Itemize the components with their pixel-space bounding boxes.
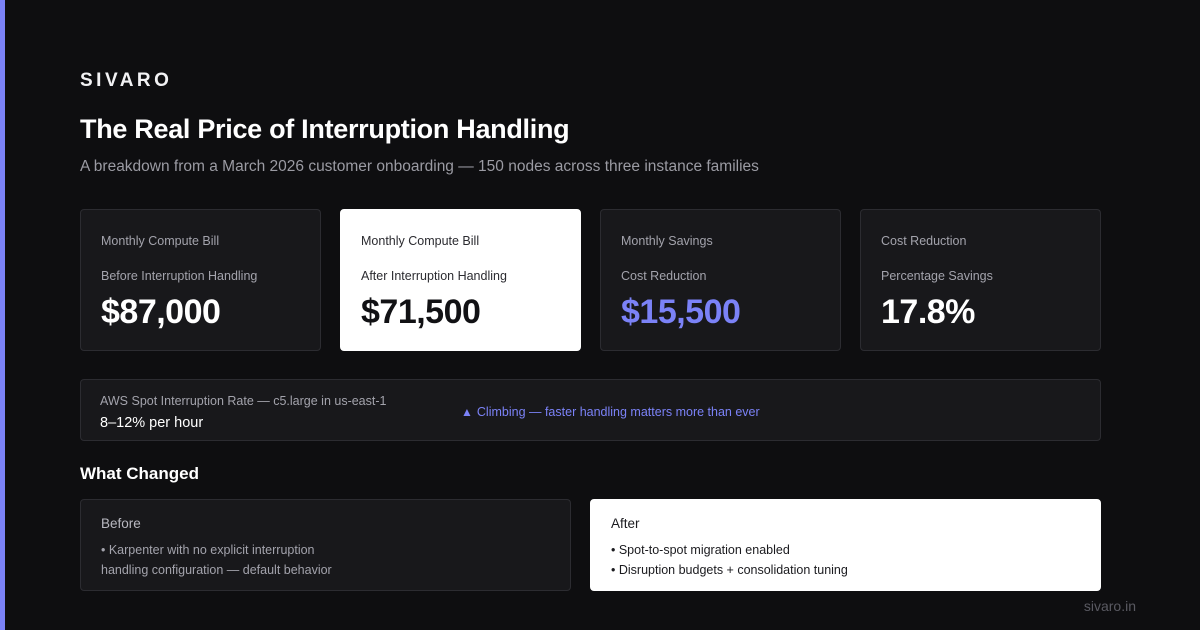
interruption-trend: ▲ Climbing — faster handling matters more… — [461, 405, 760, 419]
metric-card-after: Monthly Compute Bill After Interruption … — [340, 209, 581, 351]
interruption-rate-label: AWS Spot Interruption Rate — c5.large in… — [100, 394, 387, 408]
metric-value: 17.8% — [881, 293, 975, 331]
metric-label: Monthly Compute Bill — [361, 234, 480, 248]
list-item: • Karpenter with no explicit interruptio… — [101, 543, 315, 557]
interruption-rate-value: 8–12% per hour — [100, 415, 204, 431]
metric-card-percentage: Cost Reduction Percentage Savings 17.8% — [860, 209, 1101, 351]
footer-url: sivaro.in — [1083, 598, 1136, 614]
list-item: handling configuration — default behavio… — [101, 563, 332, 577]
page-subtitle: A breakdown from a March 2026 customer o… — [80, 158, 759, 175]
trend-up-icon: ▲ — [461, 405, 473, 419]
metric-label: Monthly Compute Bill — [101, 234, 220, 248]
before-card: Before • Karpenter with no explicit inte… — [80, 499, 571, 591]
metric-card-before: Monthly Compute Bill Before Interruption… — [80, 209, 321, 351]
metric-sublabel: Percentage Savings — [881, 269, 993, 283]
metric-label: Cost Reduction — [881, 234, 967, 248]
metric-value: $15,500 — [621, 293, 741, 331]
metric-label: Monthly Savings — [621, 234, 713, 248]
after-list: • Spot-to-spot migration enabled • Disru… — [611, 540, 1080, 580]
interruption-rate-panel: AWS Spot Interruption Rate — c5.large in… — [80, 379, 1101, 441]
before-list: • Karpenter with no explicit interruptio… — [101, 540, 550, 580]
before-title: Before — [101, 516, 141, 531]
metric-value: $71,500 — [361, 293, 481, 331]
metric-sublabel: Before Interruption Handling — [101, 269, 258, 283]
page-title: The Real Price of Interruption Handling — [80, 114, 570, 144]
list-item: • Disruption budgets + consolidation tun… — [611, 563, 848, 577]
metric-sublabel: After Interruption Handling — [361, 269, 507, 283]
metric-card-savings: Monthly Savings Cost Reduction $15,500 — [600, 209, 841, 351]
metric-sublabel: Cost Reduction — [621, 269, 707, 283]
list-item: • Spot-to-spot migration enabled — [611, 543, 790, 557]
after-card: After • Spot-to-spot migration enabled •… — [590, 499, 1101, 591]
accent-bar — [0, 0, 5, 630]
metric-value: $87,000 — [101, 293, 221, 331]
brand-logo: SIVARO — [80, 70, 173, 91]
after-title: After — [611, 516, 640, 531]
section-heading: What Changed — [80, 464, 199, 483]
trend-text: Climbing — faster handling matters more … — [476, 405, 760, 419]
